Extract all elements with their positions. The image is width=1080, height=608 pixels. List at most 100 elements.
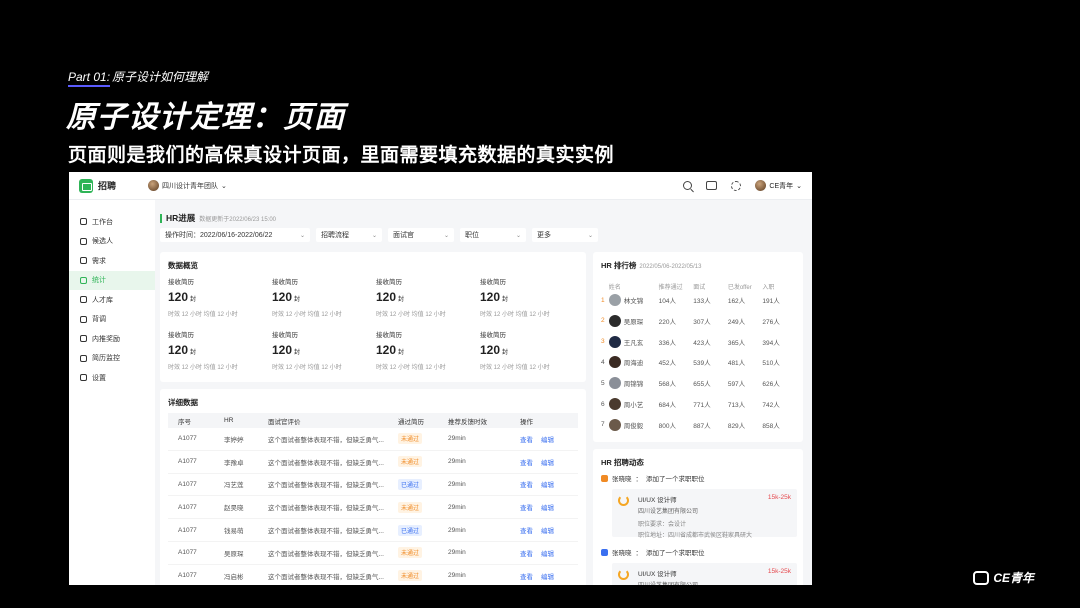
metric-label: 接收简历 <box>272 279 298 286</box>
table-row: A1077 李豫卓 这个面试者整体表现不错，但缺乏勇气... 未通过 29min 查看 编辑 <box>168 451 578 474</box>
rank-col: 入职 <box>762 285 775 291</box>
rank-number: 7 <box>601 421 605 429</box>
sidebar-item-4[interactable]: 人才库 <box>69 290 155 310</box>
edit-link[interactable]: 编辑 <box>541 479 554 489</box>
metric-foot: 时效 12 小时 均值 12 小时 <box>376 312 446 318</box>
filter-3[interactable]: 职位 ⌄ <box>460 228 526 242</box>
edit-link[interactable]: 编辑 <box>541 571 554 581</box>
edit-link[interactable]: 编辑 <box>541 502 554 512</box>
view-link[interactable]: 查看 <box>520 479 533 489</box>
row-actions: 查看 编辑 <box>520 525 578 535</box>
message-icon[interactable] <box>706 181 718 190</box>
metric-number: 120 <box>376 290 397 304</box>
sidebar-item-7[interactable]: 简历监控 <box>69 349 155 369</box>
user-menu[interactable]: CE青年 ⌄ <box>755 180 802 191</box>
job-card[interactable]: UI/UX 设计师四川设艺集团有限公司15k-25k <box>612 563 797 585</box>
resume-monitor-icon <box>80 354 87 362</box>
metric-value: 120 封 <box>272 343 372 357</box>
sidebar-item-2[interactable]: 需求 <box>69 251 155 271</box>
avatar <box>608 294 621 306</box>
metric-label: 接收简历 <box>168 279 194 286</box>
job-card[interactable]: UI/UX 设计师 四川设艺集团有限公司 15k-25k 职位要求：会设计 职位地址：四… <box>612 489 797 539</box>
row-status-cell: 未通过 <box>398 570 448 582</box>
edit-link[interactable]: 编辑 <box>541 457 554 467</box>
column-header: 面试官评价 <box>268 418 301 426</box>
rank-name: 吴原琛 <box>623 318 644 326</box>
search-icon[interactable] <box>683 181 693 190</box>
column-header: 通过简历 <box>398 418 424 426</box>
edit-link[interactable]: 编辑 <box>541 434 554 444</box>
row-id: A1077 <box>178 526 197 534</box>
row-id: A1077 <box>178 572 197 580</box>
rank-value: 713人 <box>727 402 746 409</box>
metric-label: 接收简历 <box>376 332 402 339</box>
sidebar-item-0[interactable]: 工作台 <box>69 212 155 232</box>
filter-4[interactable]: 更多 ⌄ <box>532 228 598 242</box>
detail-card: 详细数据 序号 HR 面试官评价 通过简历 推荐反馈时效 操作 A1077 李婷婷 这个面试者整… <box>160 389 586 585</box>
metric-value: 120 封 <box>480 343 580 357</box>
view-link[interactable]: 查看 <box>520 502 533 512</box>
sidebar-item-6[interactable]: 内推奖励 <box>69 329 155 349</box>
row-id: A1077 <box>178 503 197 511</box>
edit-link[interactable]: 编辑 <box>541 525 554 535</box>
row-status-cell: 未通过 <box>398 433 448 445</box>
avatar <box>608 377 621 390</box>
sidebar-item-3[interactable]: 统计 <box>69 270 155 290</box>
team-avatar <box>148 180 160 191</box>
feed-action: 添加了一个求职职位 <box>646 550 705 557</box>
column-header: 序号 <box>178 418 191 426</box>
view-link[interactable]: 查看 <box>520 548 533 558</box>
rank-range: 2022/05/06-2022/05/13 <box>639 264 702 270</box>
metric-received-resumes: 接收简历 120 封时效 12 小时 均值 12 小时 <box>376 276 476 318</box>
row-review: 这个面试者整体表现不错，但缺乏勇气... <box>268 505 384 513</box>
metric-label: 接收简历 <box>376 279 402 286</box>
background-check-icon <box>80 315 87 323</box>
row-time: 29min <box>448 435 466 443</box>
job-company: 四川设艺集团有限公司 <box>638 580 791 585</box>
view-link[interactable]: 查看 <box>520 434 533 444</box>
referral-reward-icon <box>80 335 87 343</box>
brand-name: CE青年 <box>993 571 1034 585</box>
filter-label: 操作时间：2022/06/16-2022/06/22 <box>165 232 273 239</box>
rank-name: 周锦锦 <box>623 381 644 389</box>
filter-0[interactable]: 操作时间：2022/06/16-2022/06/22 ⌄ <box>160 228 310 242</box>
team-switcher[interactable]: 四川设计青年团队 ⌄ <box>148 180 227 191</box>
edit-link[interactable]: 编辑 <box>541 548 554 558</box>
filter-2[interactable]: 面试官 ⌄ <box>388 228 454 242</box>
rank-value: 220人 <box>658 318 676 326</box>
metric-unit: 封 <box>502 297 509 303</box>
rank-value: 162人 <box>727 298 746 305</box>
metric-number: 120 <box>480 343 501 357</box>
job-requirement: 职位要求：会设计 <box>638 522 687 528</box>
metric-label: 接收简历 <box>480 332 506 339</box>
row-id: A1077 <box>178 549 197 557</box>
rank-value: 452人 <box>658 360 676 368</box>
avatar <box>608 418 621 431</box>
row-review: 这个面试者整体表现不错，但缺乏勇气... <box>268 459 384 467</box>
gear-icon[interactable] <box>731 180 742 191</box>
metric-foot: 时效 12 小时 均值 12 小时 <box>272 365 342 371</box>
row-time: 29min <box>448 572 466 580</box>
rank-value: 423人 <box>693 339 711 347</box>
view-link[interactable]: 查看 <box>520 525 533 535</box>
row-actions: 查看 编辑 <box>520 457 578 467</box>
rank-number: 1 <box>601 296 605 304</box>
rank-value: 365人 <box>727 339 746 347</box>
sidebar-item-label: 统计 <box>92 277 106 285</box>
filter-label: 招聘流程 <box>321 232 349 239</box>
sidebar-item-5[interactable]: 背调 <box>69 310 155 330</box>
filter-1[interactable]: 招聘流程 ⌄ <box>316 228 382 242</box>
job-salary: 15k-25k <box>767 568 791 575</box>
chevron-down-icon: ⌄ <box>371 232 377 239</box>
table-row: A1077 吴原琛 这个面试者整体表现不错，但缺乏勇气... 未通过 29min 查看 编辑 <box>168 542 578 565</box>
view-link[interactable]: 查看 <box>520 457 533 467</box>
kicker-text: 原子设计如何理解 <box>112 70 209 84</box>
filter-bar: 操作时间：2022/06/16-2022/06/22 ⌄ 招聘流程 ⌄ 面试官 ⌄ 职位 ⌄ 更… <box>160 228 598 242</box>
rank-name-cell: 周俊毅 <box>608 418 659 431</box>
view-link[interactable]: 查看 <box>520 571 533 581</box>
avatar <box>608 335 621 348</box>
sidebar-item-8[interactable]: 设置 <box>69 368 155 388</box>
sidebar-item-1[interactable]: 候选人 <box>69 232 155 252</box>
filter-label: 职位 <box>465 232 479 239</box>
row-status-cell: 已通过 <box>398 478 448 490</box>
